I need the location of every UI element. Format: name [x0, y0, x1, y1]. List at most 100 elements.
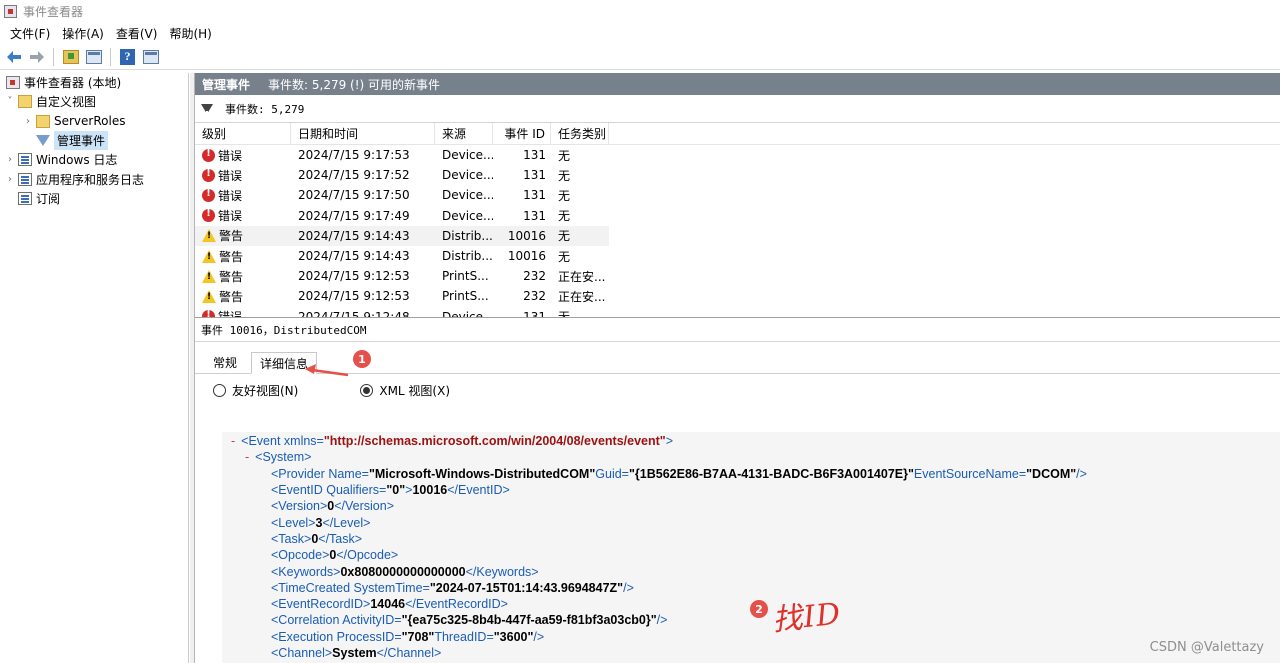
cell-level-text: 警告: [219, 249, 244, 264]
cell-level: 错误: [195, 165, 291, 185]
collapse-toggle[interactable]: -: [231, 434, 235, 448]
xml-tag: EventSourceName=: [913, 466, 1027, 481]
properties-button[interactable]: [84, 47, 103, 66]
tree-item-admin-events[interactable]: 管理事件: [0, 131, 188, 151]
column-header-level[interactable]: 级别: [195, 123, 291, 145]
column-header-date[interactable]: 日期和时间: [291, 123, 435, 145]
xml-tag: />: [1076, 466, 1087, 481]
cell-level: 错误: [195, 206, 291, 226]
cell-event-id: 131: [523, 208, 546, 223]
table-row[interactable]: 错误 2024/7/15 9:12:48 Device... 131 无: [195, 307, 1280, 317]
log-icon: [18, 153, 32, 167]
xml-namespace: "http://schemas.microsoft.com/win/2004/0…: [323, 434, 666, 449]
tree-item-app-service-logs[interactable]: › 应用程序和服务日志: [0, 169, 188, 188]
xml-line: <Task> 0 </Task>: [222, 531, 1280, 547]
column-header-task[interactable]: 任务类别: [551, 123, 609, 145]
chevron-right-icon[interactable]: ›: [4, 154, 16, 165]
tree-item-subscriptions[interactable]: 订阅: [0, 189, 188, 208]
radio-xml-view[interactable]: XML 视图(X): [360, 382, 450, 399]
table-row[interactable]: 错误 2024/7/15 9:17:49 Device... 131 无: [195, 206, 1280, 226]
cell-source: Device...: [442, 168, 493, 183]
xml-line: <Correlation ActivityID= "{ea75c325-8b4b-…: [222, 612, 1280, 628]
column-header-source[interactable]: 来源: [435, 123, 493, 145]
xml-tag: >: [405, 483, 413, 498]
chevron-right-icon[interactable]: ›: [22, 116, 34, 127]
cell-event-id: 131: [523, 148, 546, 163]
xml-value: 0: [329, 548, 337, 563]
radio-friendly-view[interactable]: 友好视图(N): [213, 382, 298, 399]
xml-tag: <System>: [255, 450, 312, 465]
event-viewer-icon: [4, 4, 17, 18]
toolbar-separator: [53, 47, 54, 66]
xml-tag: </Level>: [322, 515, 371, 530]
xml-tag: <Correlation ActivityID=: [271, 613, 402, 628]
tree-item-custom-views[interactable]: ˅ 自定义视图: [0, 92, 188, 111]
cell-source: Distrib...: [442, 228, 493, 243]
tab-general[interactable]: 常规: [205, 352, 245, 374]
subscription-icon: [18, 191, 32, 205]
table-row[interactable]: 错误 2024/7/15 9:17:50 Device... 131 无: [195, 185, 1280, 205]
cell-level-text: 错误: [218, 168, 243, 183]
tree-item-windows-logs[interactable]: › Windows 日志: [0, 150, 188, 169]
cell-task: 无: [558, 148, 571, 163]
radio-button[interactable]: [213, 383, 226, 397]
window-icon: [85, 49, 102, 64]
menu-action[interactable]: 操作(A): [56, 25, 110, 42]
table-row[interactable]: 警告 2024/7/15 9:12:53 PrintS... 232 正在安...: [195, 266, 1280, 286]
xml-tag: </EventID>: [447, 483, 510, 498]
xml-tag: <Event xmlns=: [241, 434, 324, 449]
cell-event-id: 10016: [507, 228, 546, 243]
xml-system-children: <Provider Name= "Microsoft-Windows-Distri…: [222, 466, 1280, 662]
menu-file[interactable]: 文件(F): [4, 25, 56, 42]
warning-icon: [202, 229, 216, 243]
cell-event-id: 232: [523, 269, 546, 284]
radio-button-checked[interactable]: [360, 383, 374, 397]
tree-item-serverroles[interactable]: › ServerRoles: [0, 112, 188, 131]
chevron-down-icon[interactable]: ˅: [4, 96, 16, 107]
annotation-badge-1: 1: [353, 350, 371, 368]
table-row[interactable]: 警告 2024/7/15 9:14:43 Distrib... 10016 无: [195, 246, 1280, 266]
xml-value: "Microsoft-Windows-DistributedCOM": [368, 466, 596, 481]
xml-tag: <EventID Qualifiers=: [271, 483, 387, 498]
event-viewer-icon: [6, 76, 20, 90]
xml-tag: <Version>: [271, 499, 328, 514]
tree-item-event-viewer[interactable]: 事件查看器 (本地): [0, 73, 188, 92]
chevron-right-icon[interactable]: ›: [4, 174, 16, 185]
show-pane-button[interactable]: [141, 47, 160, 66]
menu-view[interactable]: 查看(V): [110, 25, 164, 42]
xml-tag: </Keywords>: [465, 564, 539, 579]
xml-value: "{1B562E86-B7AA-4131-BADC-B6F3A001407E}": [629, 466, 914, 481]
table-row[interactable]: 错误 2024/7/15 9:17:53 Device... 131 无: [195, 145, 1280, 165]
xml-tag: <Opcode>: [271, 548, 330, 563]
navigation-tree: 事件查看器 (本地) ˅ 自定义视图 › ServerRoles 管理事件 › …: [0, 73, 189, 663]
xml-value: 10016: [412, 483, 448, 498]
pane-title: 管理事件: [202, 77, 251, 92]
forward-button[interactable]: [27, 47, 46, 66]
table-row[interactable]: 警告 2024/7/15 9:14:43 Distrib... 10016 无: [195, 225, 609, 246]
cell-source: PrintS...: [442, 269, 489, 284]
toolbar: ?: [0, 44, 1280, 70]
collapse-toggle[interactable]: -: [245, 450, 249, 464]
menu-help[interactable]: 帮助(H): [163, 25, 217, 42]
xml-value: "2024-07-15T01:14:43.9694847Z": [429, 580, 624, 595]
open-folder-button[interactable]: [61, 47, 80, 66]
pane-header: 管理事件 事件数: 5,279 (!) 可用的新事件: [195, 73, 1280, 95]
help-button[interactable]: ?: [118, 47, 137, 66]
view-mode-radios: 友好视图(N) XML 视图(X): [195, 374, 1280, 406]
table-row[interactable]: 警告 2024/7/15 9:12:53 PrintS... 232 正在安...: [195, 286, 1280, 306]
xml-system-line: - <System>: [222, 449, 1280, 465]
cell-date: 2024/7/15 9:17:53: [298, 148, 410, 163]
error-icon: [202, 168, 215, 182]
xml-tag: <Channel>: [271, 646, 333, 660]
xml-tag: <Execution ProcessID=: [271, 629, 402, 644]
table-row[interactable]: 错误 2024/7/15 9:17:52 Device... 131 无: [195, 165, 1280, 185]
xml-value: 3: [315, 515, 323, 530]
xml-line: <Level> 3 </Level>: [222, 514, 1280, 530]
xml-tag: <Provider Name=: [271, 466, 369, 481]
annotation-arrow-icon: [305, 364, 349, 377]
column-header-event-id[interactable]: 事件 ID: [493, 123, 551, 145]
xml-tag: </Version>: [334, 499, 395, 514]
back-button[interactable]: [4, 47, 23, 66]
log-icon: [18, 172, 32, 186]
xml-value: 0: [311, 531, 319, 546]
